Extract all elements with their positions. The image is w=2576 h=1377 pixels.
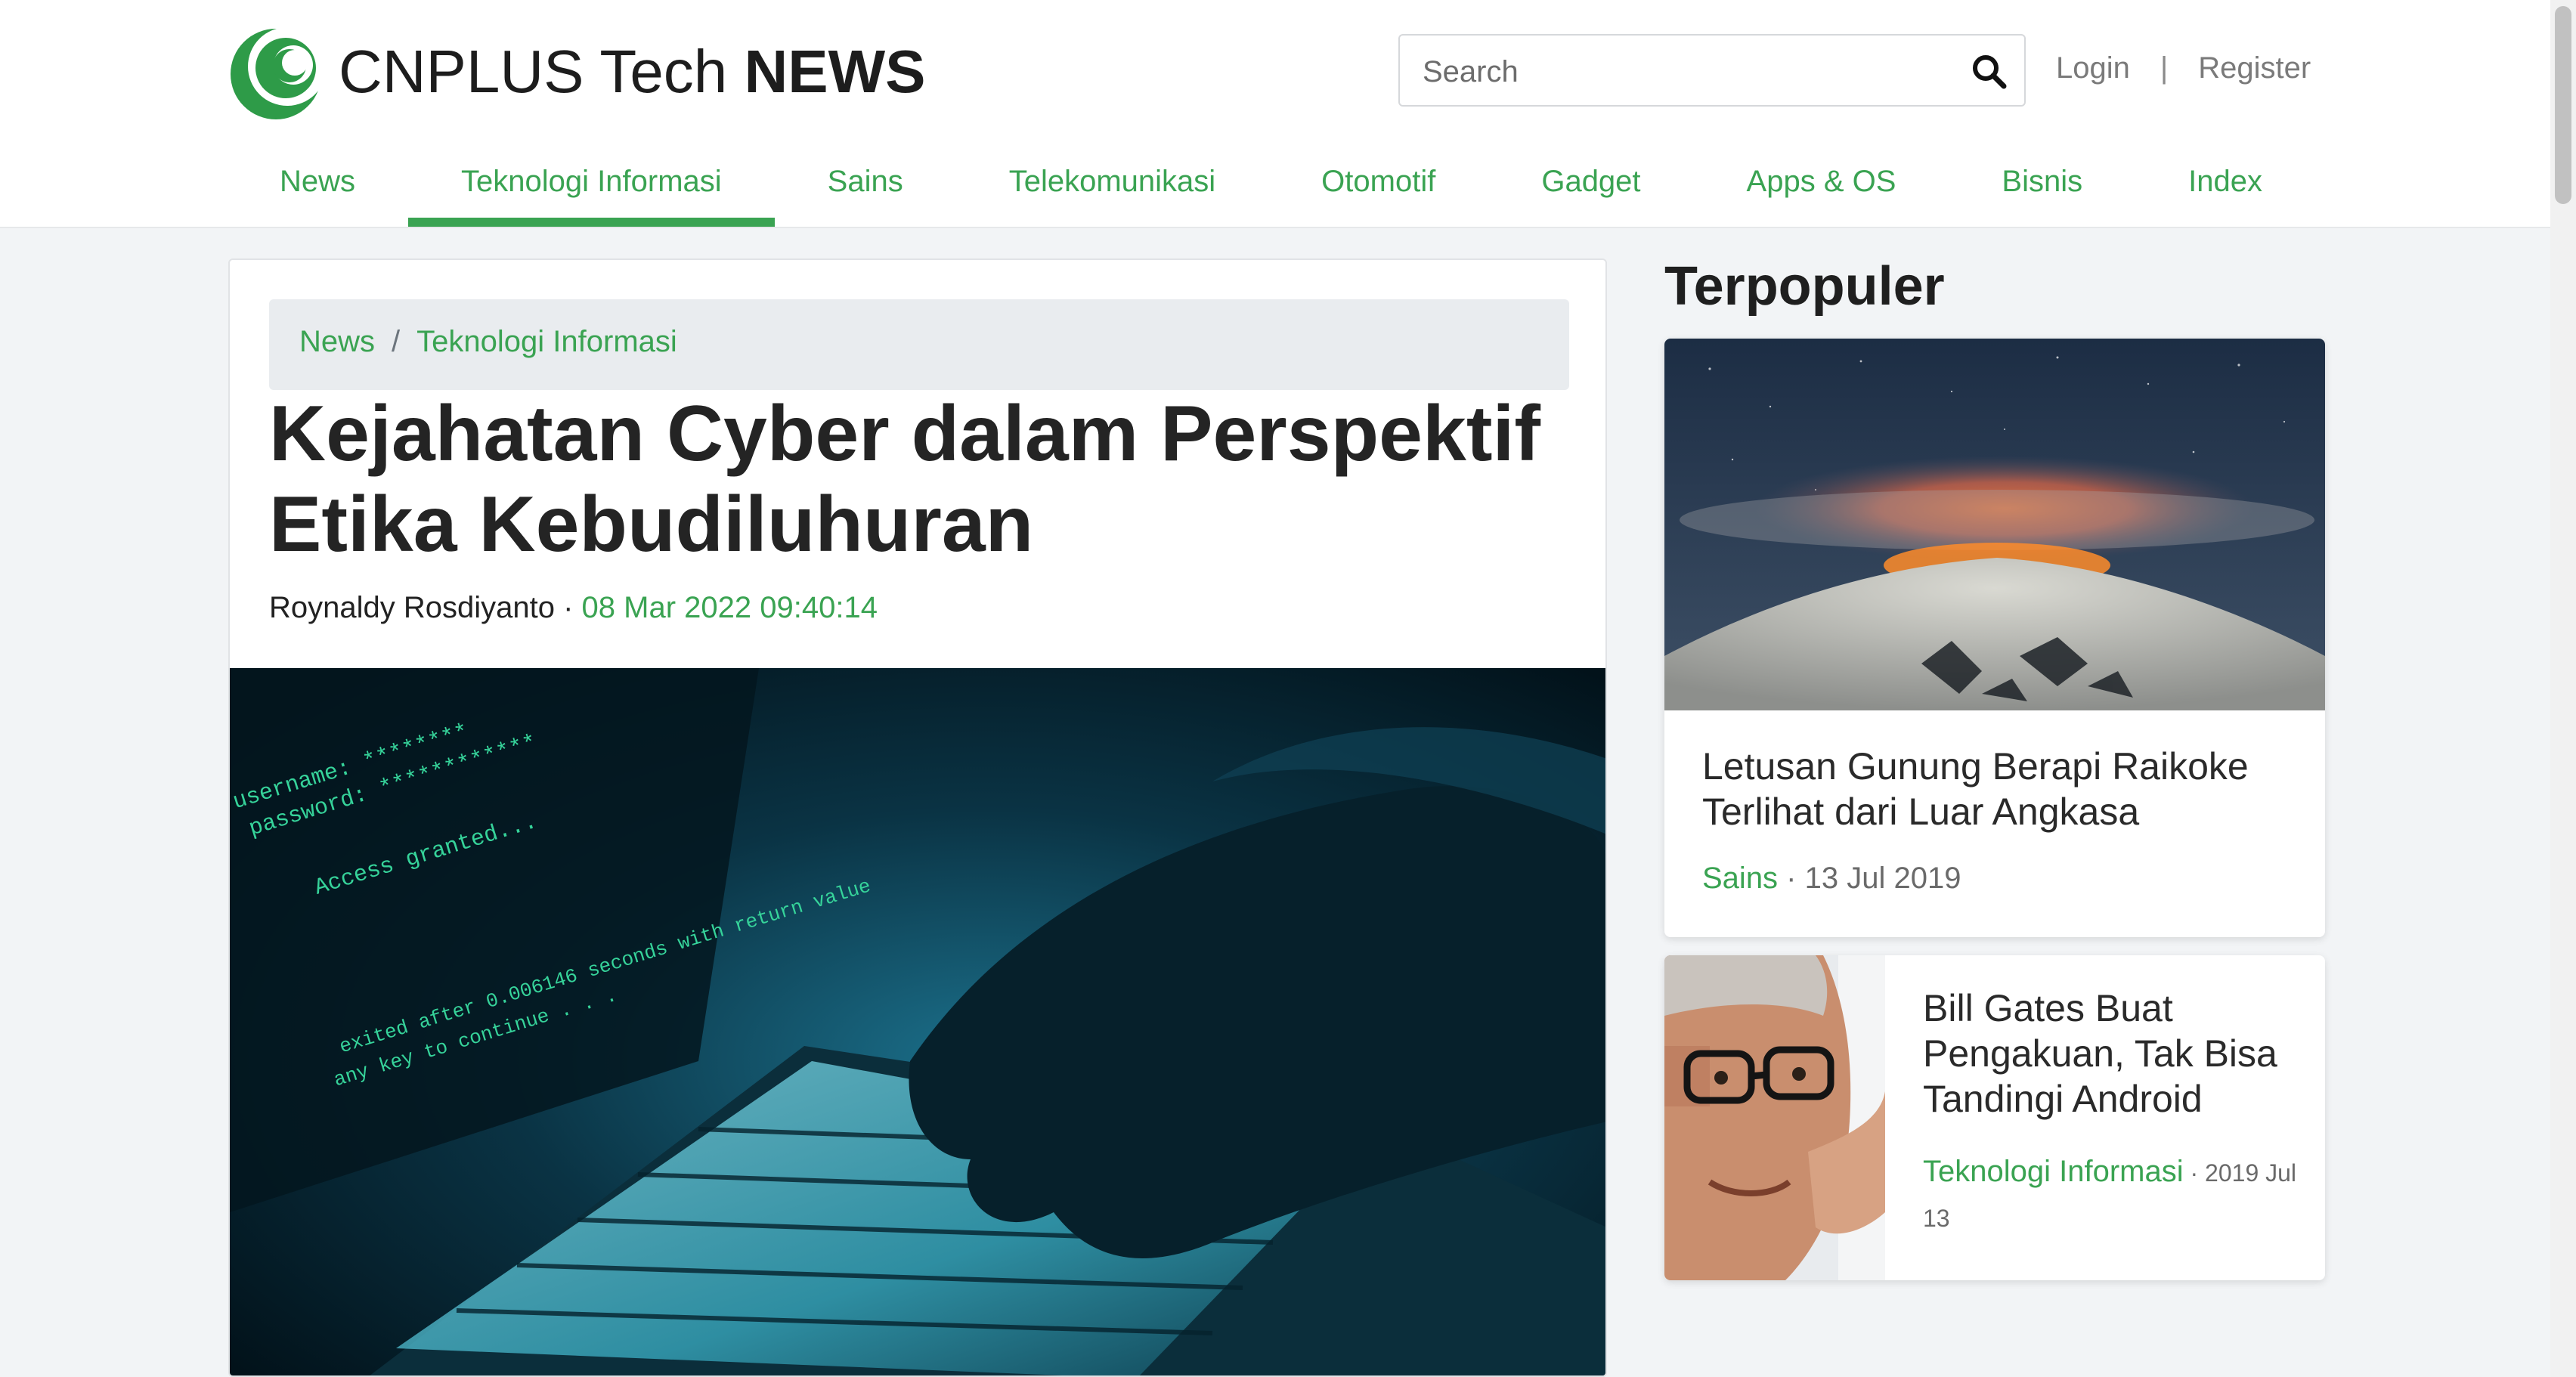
- crescent-logo-icon: [231, 27, 325, 119]
- nav-item-gadget[interactable]: Gadget: [1488, 144, 1693, 227]
- popular-card-2-title[interactable]: Bill Gates Buat Pengakuan, Tak Bisa Tand…: [1923, 986, 2301, 1122]
- search-box: [1398, 34, 2026, 107]
- popular-card-2-category[interactable]: Teknologi Informasi: [1923, 1155, 2184, 1188]
- popular-card-2-meta: Teknologi Informasi · 2019 Jul 13: [1923, 1149, 2301, 1241]
- popular-card-2[interactable]: Bill Gates Buat Pengakuan, Tak Bisa Tand…: [1664, 955, 2325, 1280]
- popular-card-1-category[interactable]: Sains: [1702, 862, 1778, 895]
- scrollbar-thumb[interactable]: [2555, 6, 2571, 204]
- volcano-image: [1664, 339, 2325, 710]
- page-scrollbar[interactable]: [2550, 0, 2576, 1377]
- article-date: 08 Mar 2022 09:40:14: [581, 591, 878, 624]
- popular-card-1-date: 13 Jul 2019: [1804, 862, 1961, 895]
- search-icon[interactable]: [1970, 52, 2009, 91]
- popular-card-1[interactable]: Letusan Gunung Berapi Raikoke Terlihat d…: [1664, 339, 2325, 937]
- auth-links: Login | Register: [2056, 51, 2311, 85]
- nav-item-teknologi-informasi[interactable]: Teknologi Informasi: [408, 144, 775, 227]
- popular-card-1-title[interactable]: Letusan Gunung Berapi Raikoke Terlihat d…: [1702, 744, 2292, 834]
- popular-card-1-separator: ·: [1778, 862, 1805, 895]
- register-link[interactable]: Register: [2198, 51, 2311, 85]
- brand-name: CNPLUS Tech NEWS: [339, 37, 926, 107]
- breadcrumb-teknologi-informasi[interactable]: Teknologi Informasi: [416, 325, 677, 358]
- article-author[interactable]: Roynaldy Rosdiyanto: [269, 591, 555, 624]
- sidebar-title: Terpopuler: [1664, 256, 1945, 317]
- auth-separator: |: [2160, 51, 2169, 85]
- nav-item-sains[interactable]: Sains: [775, 144, 956, 227]
- article-title: Kejahatan Cyber dalam Perspektif Etika K…: [269, 390, 1540, 568]
- nav-item-telekomunikasi[interactable]: Telekomunikasi: [956, 144, 1268, 227]
- brand-name-regular: CNPLUS Tech: [339, 38, 745, 105]
- nav-item-apps-os[interactable]: Apps & OS: [1694, 144, 1949, 227]
- brand-logo[interactable]: CNPLUS Tech NEWS: [227, 23, 926, 121]
- bill-gates-photo: [1664, 955, 1885, 1280]
- nav-item-index[interactable]: Index: [2135, 144, 2315, 227]
- breadcrumb-news[interactable]: News: [299, 325, 375, 358]
- popular-card-2-separator: ·: [2183, 1159, 2206, 1187]
- article-hero-image: username: ******** password: ***********…: [230, 668, 1605, 1375]
- nav-item-otomotif[interactable]: Otomotif: [1268, 144, 1488, 227]
- search-input[interactable]: [1421, 49, 1953, 94]
- breadcrumb: News / Teknologi Informasi: [269, 299, 1569, 390]
- article-card: News / Teknologi Informasi Kejahatan Cyber…: [228, 258, 1607, 1377]
- site-header: CNPLUS Tech NEWS Login | Register News Tek…: [0, 0, 2550, 228]
- breadcrumb-separator: /: [392, 325, 401, 358]
- nav-item-bisnis[interactable]: Bisnis: [1949, 144, 2135, 227]
- popular-card-1-meta: Sains · 13 Jul 2019: [1702, 862, 1961, 896]
- nav-item-news[interactable]: News: [227, 144, 408, 227]
- brand-name-bold: NEWS: [744, 38, 926, 105]
- byline-separator: ·: [555, 591, 582, 624]
- main-nav: News Teknologi Informasi Sains Telekomun…: [227, 144, 2315, 227]
- article-byline: Roynaldy Rosdiyanto · 08 Mar 2022 09:40:…: [269, 591, 878, 625]
- login-link[interactable]: Login: [2056, 51, 2130, 85]
